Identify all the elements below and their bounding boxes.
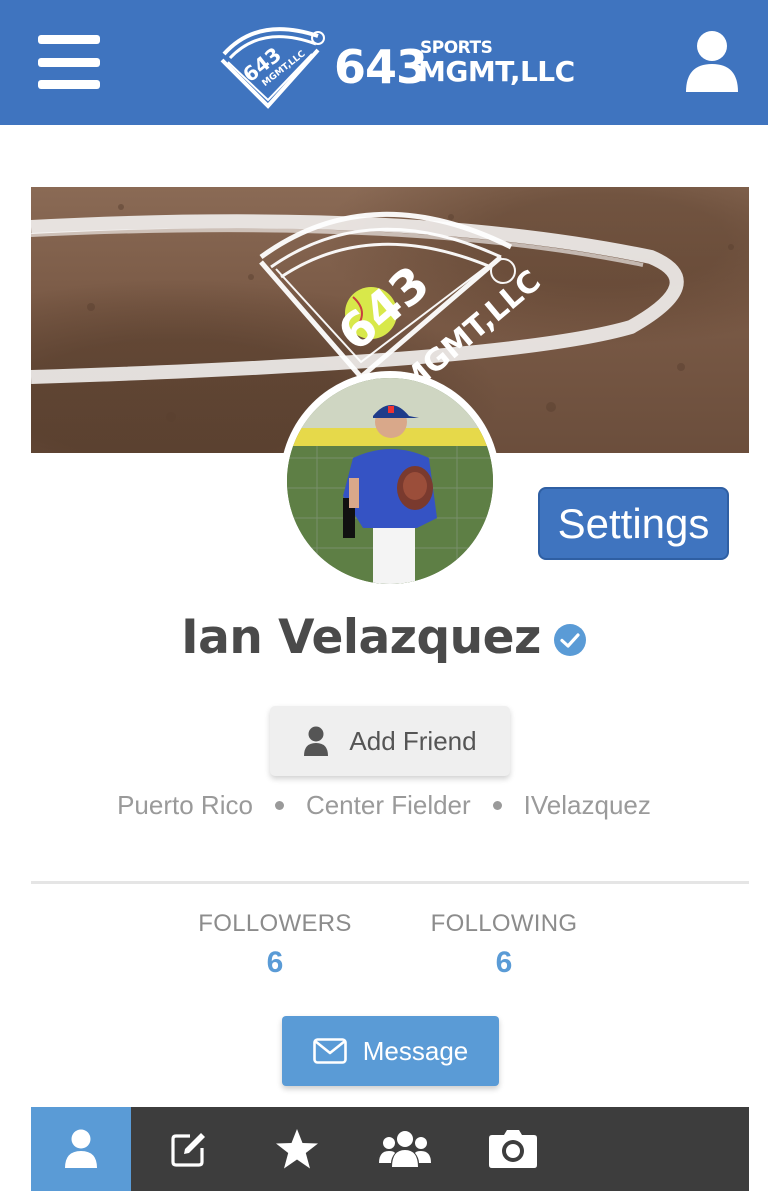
profile-location: Puerto Rico: [117, 789, 253, 820]
following-count: 6: [495, 946, 513, 979]
brand-mgmt-text: MGMT,LLC: [418, 55, 575, 88]
star-icon: [276, 1129, 318, 1169]
camera-icon: [489, 1130, 537, 1168]
followers-label: FOLLOWERS: [198, 910, 352, 937]
tab-favorites[interactable]: [247, 1107, 347, 1191]
followers-stat[interactable]: FOLLOWERS 6: [175, 910, 375, 980]
following-label: FOLLOWING: [430, 910, 578, 937]
tab-posts[interactable]: [139, 1107, 239, 1191]
svg-text:643: 643: [327, 255, 440, 362]
separator-dot: [274, 800, 284, 810]
tab-photos[interactable]: [463, 1107, 563, 1191]
profile-icon: [65, 1129, 97, 1168]
add-friend-label: Add Friend: [349, 725, 477, 756]
tab-friends[interactable]: [355, 1107, 455, 1191]
user-icon[interactable]: [684, 30, 740, 94]
profile-name: Ian Velazquez: [181, 609, 541, 665]
brand-number: 643: [334, 40, 428, 94]
hamburger-menu-icon[interactable]: [38, 35, 100, 89]
avatar-photo: [287, 378, 493, 584]
followers-count: 6: [266, 946, 284, 979]
tab-profile[interactable]: [31, 1107, 131, 1191]
verified-check-icon: [553, 624, 586, 656]
separator-dot: [492, 800, 502, 810]
profile-username: IVelazquez: [523, 789, 651, 820]
profile-tab-bar: [31, 1107, 749, 1191]
message-label: Message: [362, 1035, 469, 1066]
group-icon: [379, 1131, 431, 1167]
add-friend-button[interactable]: Add Friend: [270, 706, 510, 776]
following-stat[interactable]: FOLLOWING 6: [404, 910, 604, 980]
brand-emblem-icon: 643 MGMT,LLC: [220, 27, 325, 109]
profile-avatar[interactable]: [280, 371, 500, 591]
profile-position: Center Fielder: [305, 789, 471, 820]
edit-icon: [171, 1133, 205, 1167]
top-navigation-bar: 643 MGMT,LLC 643 SPORTS MGMT,LLC: [0, 0, 768, 125]
profile-name-row: Ian Velazquez: [0, 606, 768, 668]
brand-logo[interactable]: 643 MGMT,LLC 643 SPORTS MGMT,LLC: [218, 14, 575, 110]
person-icon: [304, 726, 329, 756]
profile-meta: Puerto Rico Center Fielder IVelazquez: [0, 785, 768, 825]
envelope-icon: [312, 1038, 347, 1064]
settings-button[interactable]: Settings: [538, 487, 729, 560]
section-divider: [31, 881, 749, 884]
message-button[interactable]: Message: [282, 1016, 499, 1086]
